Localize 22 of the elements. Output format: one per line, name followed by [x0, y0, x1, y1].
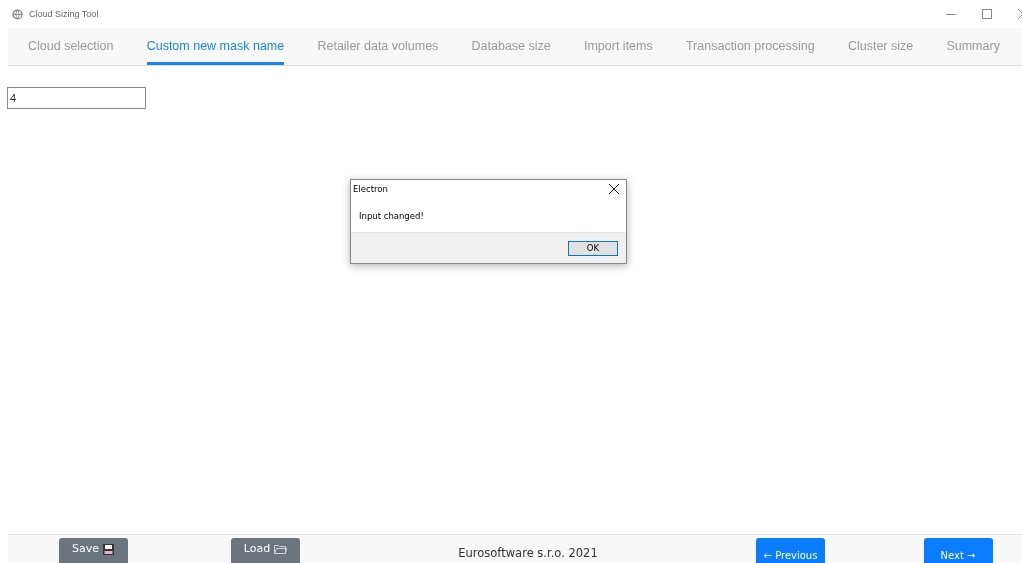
tab[interactable]: Database size — [471, 28, 551, 65]
maximize-icon[interactable] — [982, 9, 992, 19]
tab[interactable]: Cloud selection — [28, 28, 114, 65]
tab[interactable]: Cluster size — [847, 28, 914, 65]
tab[interactable]: Retailer data volumes — [317, 28, 439, 65]
previous-button[interactable]: ← Previous — [756, 538, 825, 563]
tab[interactable]: Custom new mask name — [146, 28, 285, 65]
save-button[interactable]: Save — [58, 538, 128, 563]
ok-button[interactable]: OK — [568, 240, 618, 256]
dialog-message: Input changed! — [359, 211, 424, 221]
globe-icon — [12, 8, 23, 20]
folder-icon — [274, 544, 288, 554]
tab[interactable]: Summary — [946, 28, 1000, 65]
copyright-text: Eurosoftware s.r.o. 2021 — [458, 546, 598, 560]
dialog-title: Electron — [353, 184, 388, 194]
window-title: Cloud Sizing Tool — [29, 9, 99, 19]
next-button[interactable]: Next → — [923, 538, 993, 563]
load-button[interactable]: Load — [231, 538, 300, 563]
input-field[interactable]: 4 — [7, 87, 146, 109]
close-icon[interactable] — [609, 184, 619, 194]
tab[interactable]: Import items — [583, 28, 653, 65]
tab[interactable]: Transaction processing — [685, 28, 815, 65]
